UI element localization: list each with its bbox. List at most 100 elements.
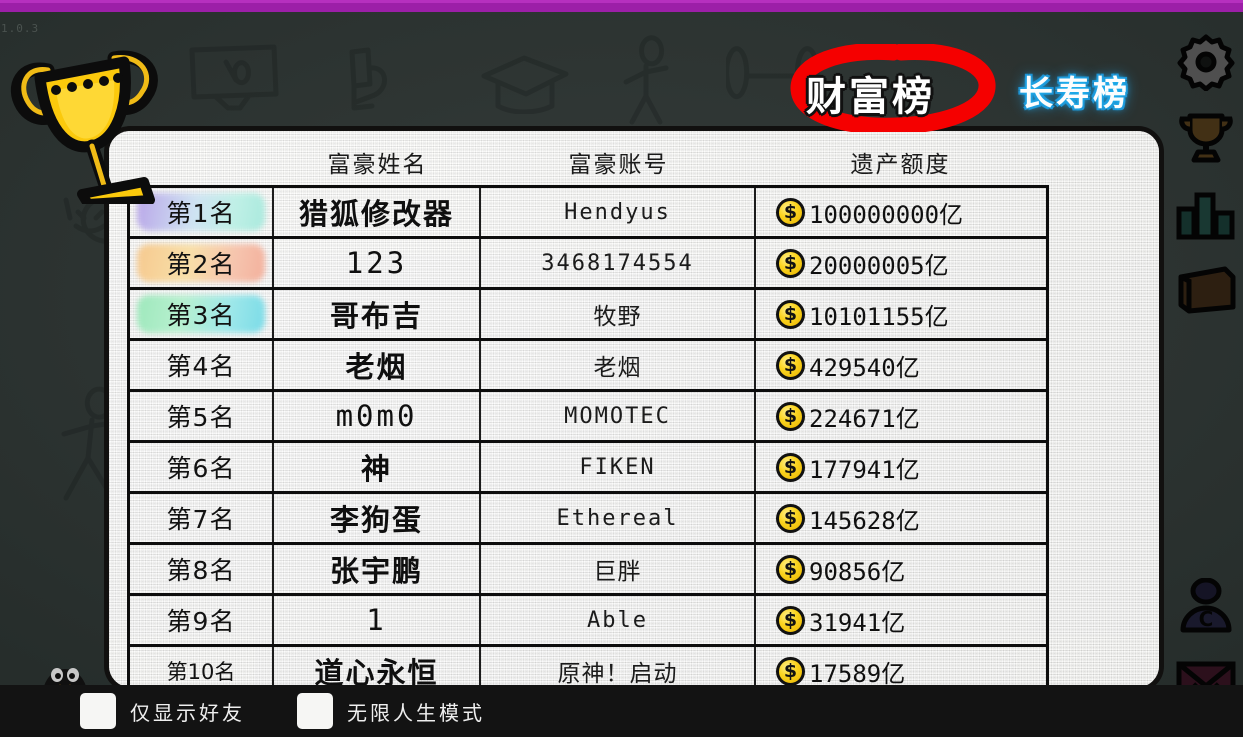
tab-wealth-ranking[interactable]: 财富榜 <box>806 64 935 122</box>
leaderboard-table: 第1名 猎狐修改器 Hendyus $100000000亿 第2名 123 34681745… <box>127 185 1049 688</box>
player-account: 原神！启动 <box>557 661 678 687</box>
cell-rank: 第6名 <box>130 443 274 491</box>
money-amount: 145628亿 <box>809 501 920 536</box>
table-row[interactable]: 第3名 哥布吉 牧野 $10101155亿 <box>130 290 1049 341</box>
cell-rank: 第9名 <box>130 596 274 644</box>
table-column-headers: 富豪姓名 富豪账号 遗产额度 <box>130 143 1141 177</box>
player-name: 神 <box>360 452 392 486</box>
cell-money: $10101155亿 <box>756 290 1045 338</box>
cell-money: $224671亿 <box>756 392 1045 440</box>
cell-money: $145628亿 <box>756 494 1045 542</box>
rank-label: 第2名 <box>166 250 236 279</box>
cell-money: $90856亿 <box>756 545 1045 593</box>
money-unit: 亿 <box>895 353 920 382</box>
table-row[interactable]: 第1名 猎狐修改器 Hendyus $100000000亿 <box>130 188 1049 239</box>
money-amount: 31941亿 <box>809 603 905 638</box>
table-row[interactable]: 第7名 李狗蛋 Ethereal $145628亿 <box>130 494 1049 545</box>
player-name: 123 <box>345 246 408 280</box>
cell-name: 哥布吉 <box>274 290 481 338</box>
money-unit: 亿 <box>924 251 949 280</box>
leaderboard-panel: 富豪姓名 富豪账号 遗产额度 第1名 猎狐修改器 Hendyus $100000000… <box>104 126 1164 692</box>
money-number: 31941 <box>809 608 882 637</box>
rank-label: 第1名 <box>166 199 236 228</box>
monitor-doodle <box>189 44 279 111</box>
table-row[interactable]: 第5名 m0m0 MOMOTEC $224671亿 <box>130 392 1049 443</box>
book-icon[interactable] <box>1169 252 1243 328</box>
rank-label: 第8名 <box>166 556 236 585</box>
avatar-c-icon[interactable]: C <box>1169 568 1243 644</box>
trophy-icon[interactable] <box>1169 100 1243 176</box>
player-name: m0m0 <box>335 399 418 433</box>
rank-label: 第3名 <box>166 301 236 330</box>
rank-label: 第10名 <box>166 660 236 684</box>
cell-account: 老烟 <box>481 341 756 389</box>
rank-label: 第6名 <box>166 454 236 483</box>
cell-name: 123 <box>274 239 481 287</box>
coin-icon: $ <box>776 656 805 686</box>
money-amount: 100000000亿 <box>809 195 963 230</box>
trophy-decoration-icon <box>10 50 158 204</box>
coin-icon: $ <box>776 605 805 635</box>
table-row[interactable]: 第8名 张宇鹏 巨胖 $90856亿 <box>130 545 1049 596</box>
table-row[interactable]: 第9名 1 Able $31941亿 <box>130 596 1049 647</box>
money-number: 17589 <box>809 659 882 688</box>
bar-chart-icon[interactable] <box>1169 176 1243 252</box>
table-row[interactable]: 第4名 老烟 老烟 $429540亿 <box>130 341 1049 392</box>
cell-name: 神 <box>274 443 481 491</box>
checkbox-friends-only[interactable]: 仅显示好友 <box>80 693 245 729</box>
coin-icon: $ <box>776 503 805 533</box>
player-account: Able <box>587 607 648 633</box>
header-money: 遗产额度 <box>850 152 951 178</box>
gear-icon[interactable] <box>1169 24 1243 100</box>
money-amount: 429540亿 <box>809 348 920 383</box>
right-icon-rail[interactable]: C <box>1169 24 1243 720</box>
cell-money: $31941亿 <box>756 596 1045 644</box>
cell-rank: 第3名 <box>130 290 274 338</box>
tab-longevity-ranking[interactable]: 长寿榜 <box>1019 66 1130 115</box>
cell-name: 老烟 <box>274 341 481 389</box>
cell-rank: 第7名 <box>130 494 274 542</box>
money-unit: 亿 <box>881 659 906 688</box>
cell-account: Able <box>481 596 756 644</box>
cell-account: 牧野 <box>481 290 756 338</box>
money-unit: 亿 <box>895 404 920 433</box>
player-name: 猎狐修改器 <box>298 197 454 231</box>
cell-money: $429540亿 <box>756 341 1045 389</box>
cell-money: $100000000亿 <box>756 188 1045 236</box>
cell-name: 张宇鹏 <box>274 545 481 593</box>
infinite-life-checkbox-box[interactable] <box>297 693 333 729</box>
friends-only-checkbox-box[interactable] <box>80 693 116 729</box>
cell-name: m0m0 <box>274 392 481 440</box>
cell-name: 猎狐修改器 <box>274 188 481 236</box>
rank-label: 第4名 <box>166 352 236 381</box>
bottom-toolbar: 仅显示好友 无限人生模式 <box>0 685 1243 737</box>
game-screen: 1.0.3 C 财富榜 长寿榜 富豪姓名 富豪账号 遗产额度 第1名 猎狐修改器… <box>0 0 1243 737</box>
money-amount: 177941亿 <box>809 450 920 485</box>
money-unit: 亿 <box>895 506 920 535</box>
coin-icon: $ <box>776 401 805 431</box>
money-unit: 亿 <box>881 608 906 637</box>
money-number: 100000000 <box>809 200 940 229</box>
graduation-cap-doodle <box>481 55 569 114</box>
player-name: 张宇鹏 <box>329 554 423 588</box>
cell-account: 3468174554 <box>481 239 756 287</box>
player-account: 3468174554 <box>541 250 694 276</box>
cell-account: MOMOTEC <box>481 392 756 440</box>
checkbox-infinite-life[interactable]: 无限人生模式 <box>297 693 485 729</box>
money-amount: 10101155亿 <box>809 297 949 332</box>
rank-label: 第7名 <box>166 505 236 534</box>
table-row[interactable]: 第2名 123 3468174554 $20000005亿 <box>130 239 1049 290</box>
header-name: 富豪姓名 <box>327 152 428 178</box>
player-name: 老烟 <box>345 350 408 384</box>
money-amount: 17589亿 <box>809 654 906 688</box>
money-amount: 20000005亿 <box>809 246 949 281</box>
player-name: 1 <box>366 603 387 637</box>
table-row[interactable]: 第6名 神 FIKEN $177941亿 <box>130 443 1049 494</box>
money-number: 20000005 <box>809 251 925 280</box>
rank-label: 第5名 <box>166 403 236 432</box>
player-account: 老烟 <box>593 355 642 381</box>
cell-rank: 第2名 <box>130 239 274 287</box>
money-number: 90856 <box>809 557 882 586</box>
money-unit: 亿 <box>895 455 920 484</box>
infinite-life-label: 无限人生模式 <box>347 700 485 725</box>
